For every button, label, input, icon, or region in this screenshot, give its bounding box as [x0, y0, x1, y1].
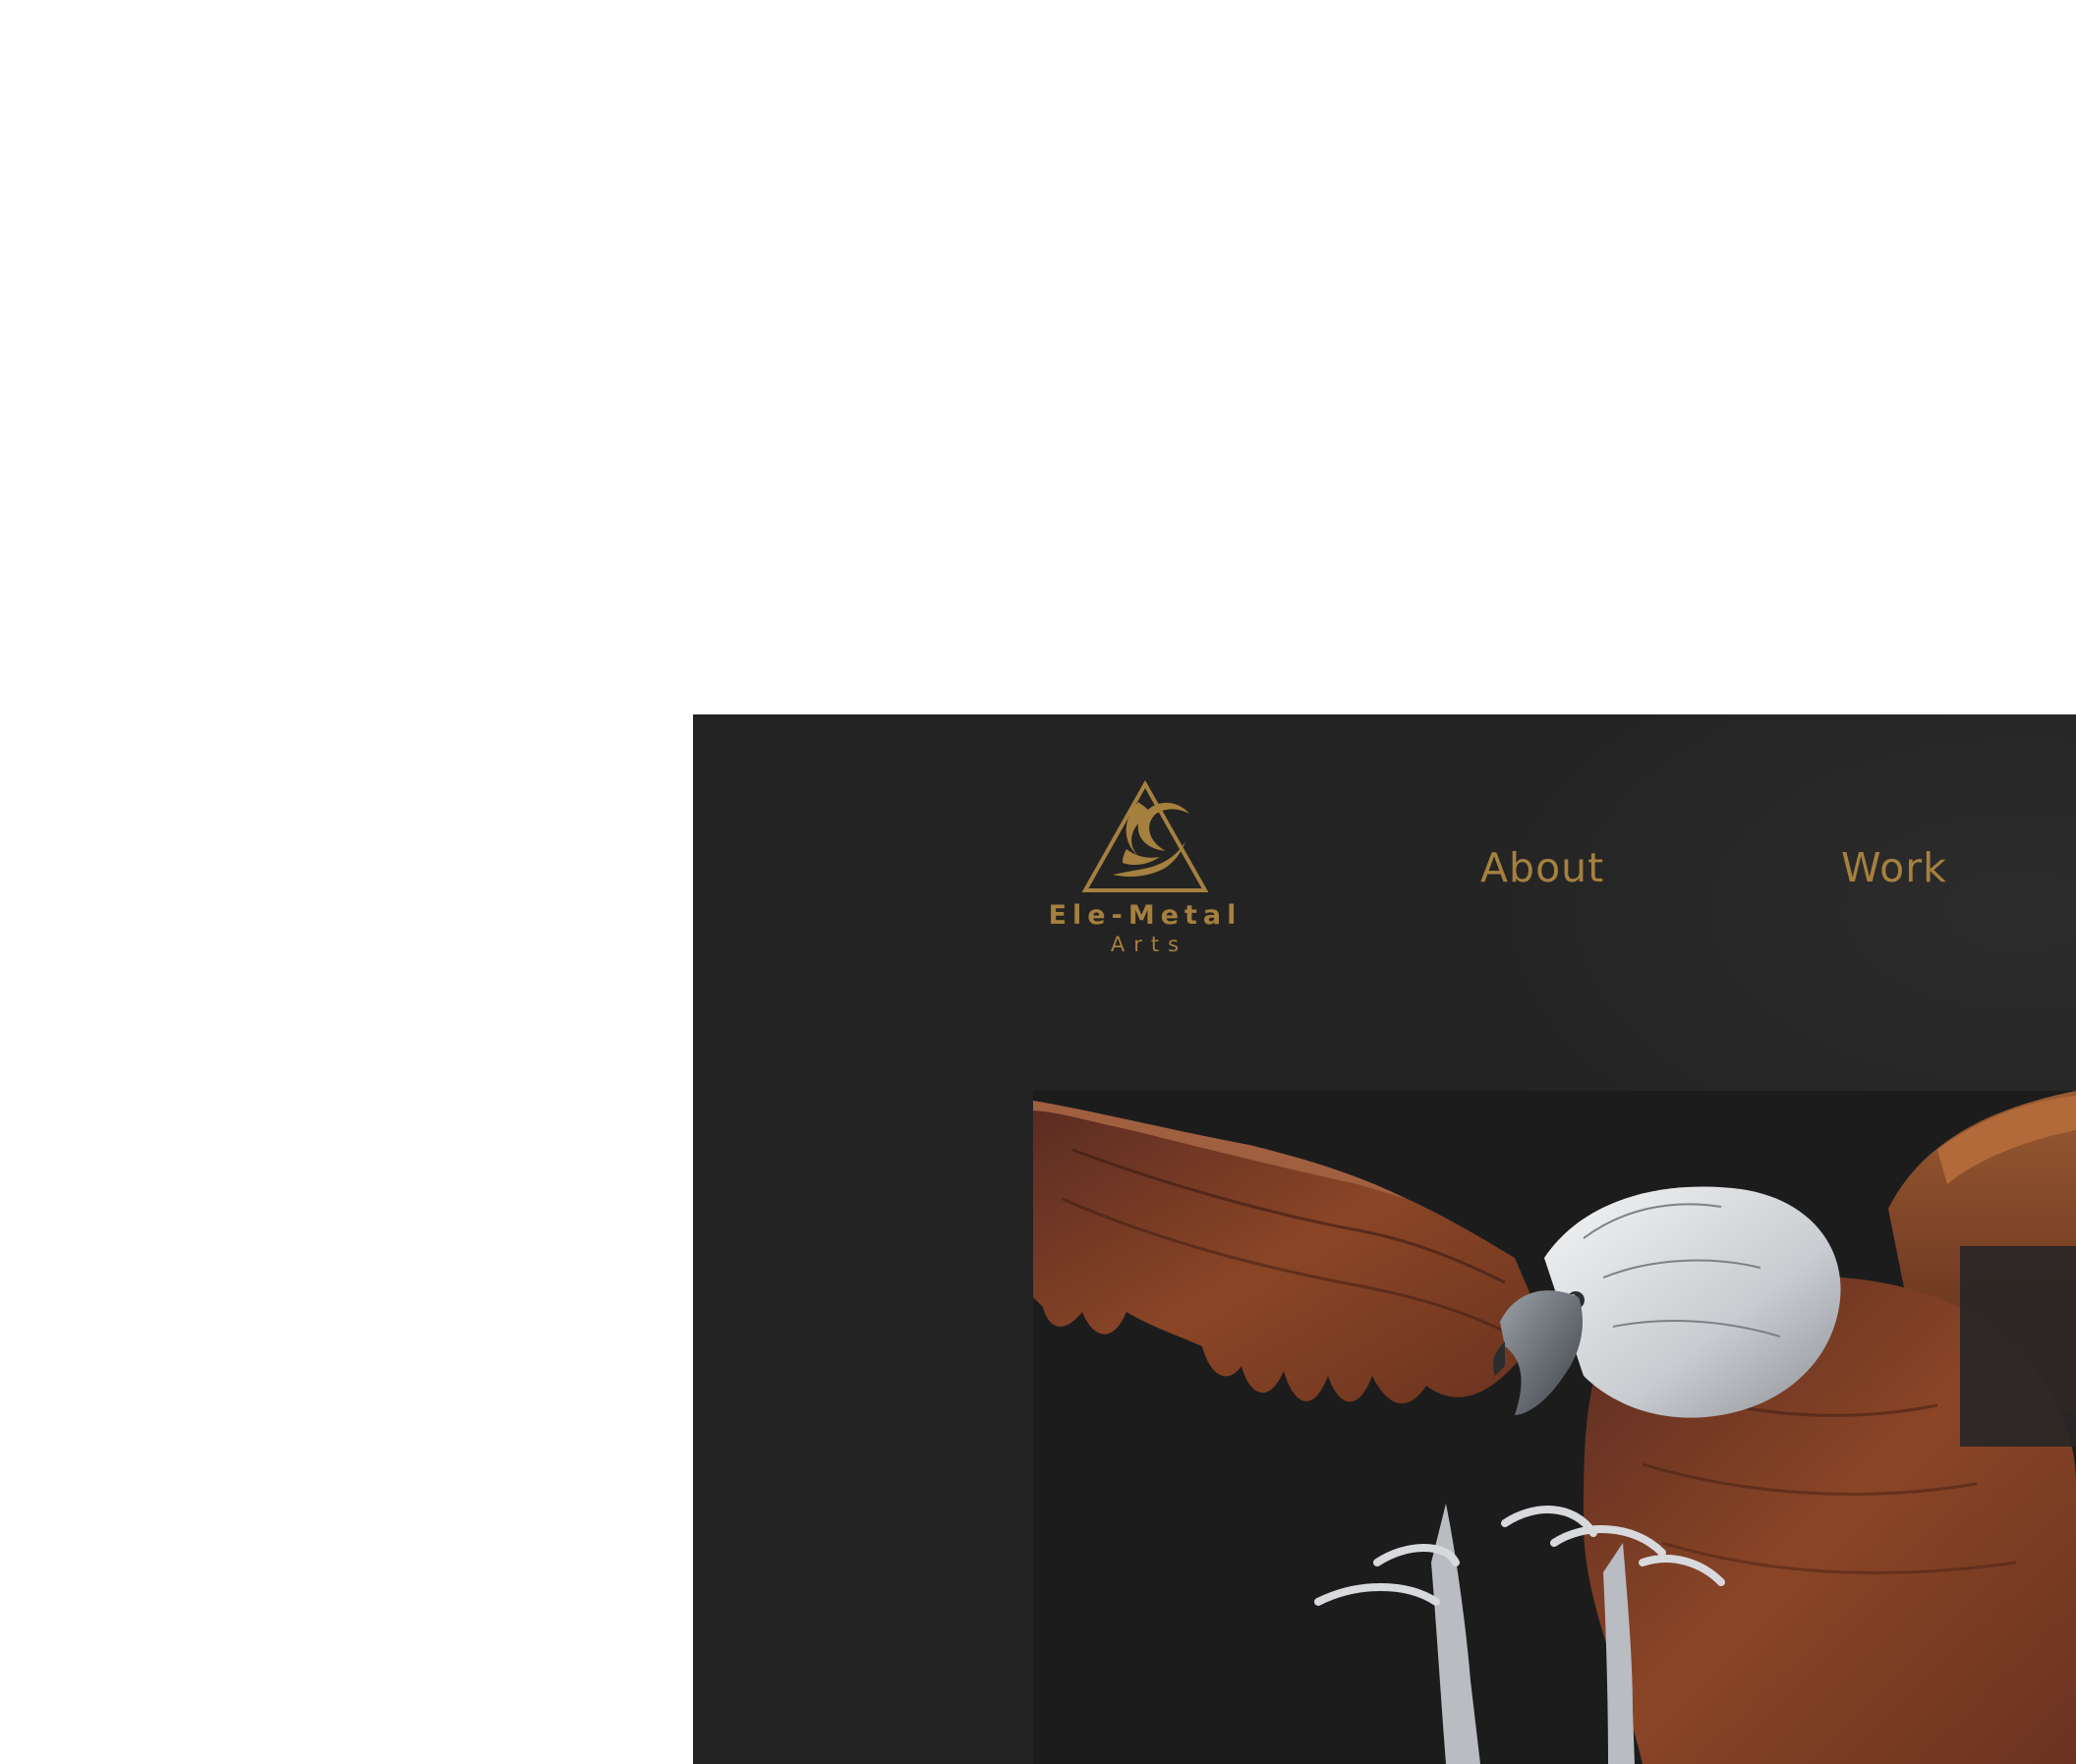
brand-subtitle: Arts [1110, 933, 1188, 956]
hero-image [1033, 1091, 2076, 1764]
nav-link-work[interactable]: Work [1841, 848, 1947, 888]
nav-link-about[interactable]: About [1480, 848, 1604, 888]
brand-name: Ele-Metal [1048, 900, 1242, 931]
flame-triangle-icon [1081, 780, 1209, 892]
hero-side-panel [1960, 1246, 2076, 1447]
brand-logo[interactable]: Ele-Metal Arts [1032, 780, 1258, 956]
metal-eagle-sculpture [1033, 1091, 2076, 1764]
page-canvas: Ele-Metal Arts About Work [0, 0, 2076, 1764]
website-preview: Ele-Metal Arts About Work [693, 714, 2076, 1764]
